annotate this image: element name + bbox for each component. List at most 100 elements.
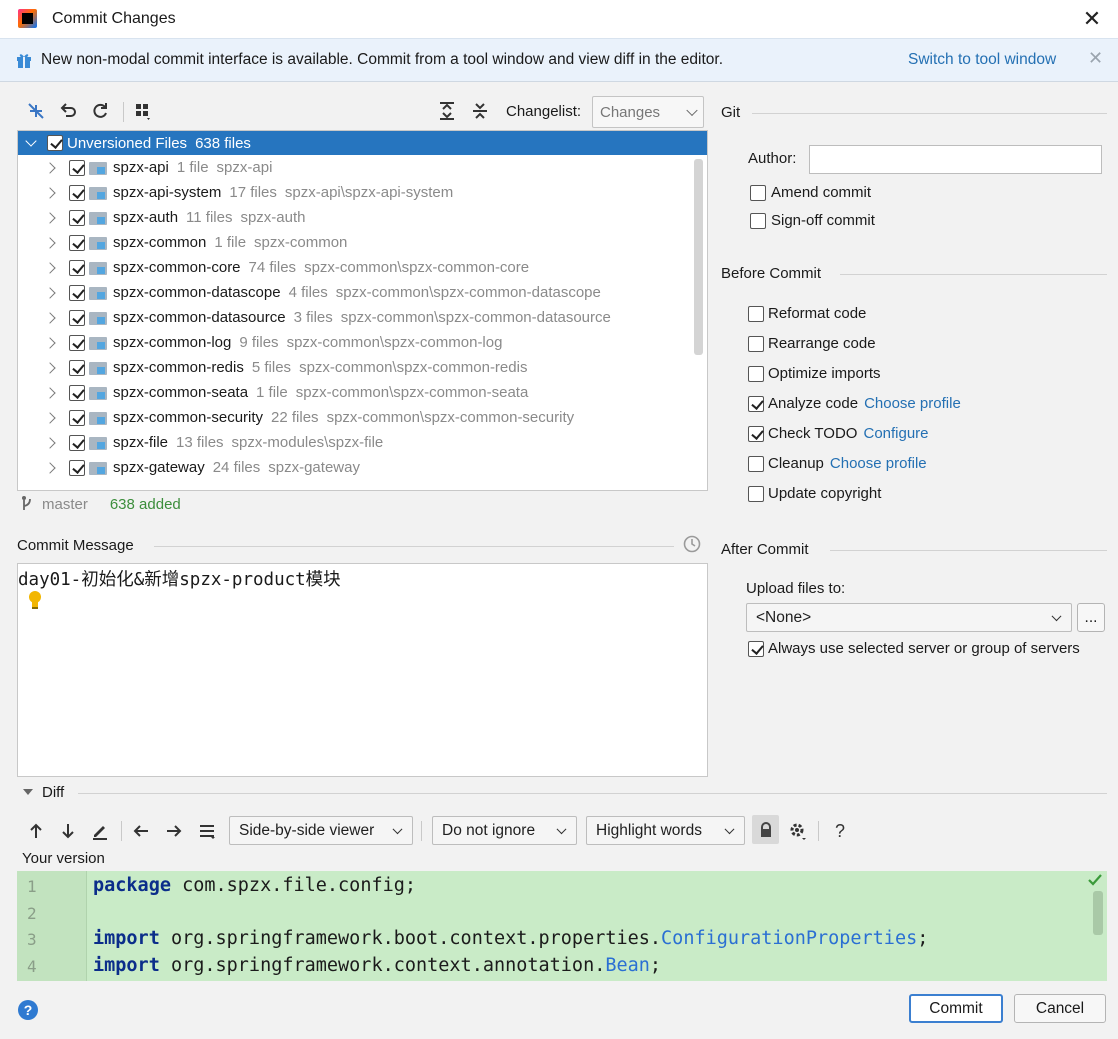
group-by-icon[interactable] bbox=[132, 100, 154, 122]
chevron-right-icon[interactable] bbox=[44, 461, 56, 474]
diff-collapse-toggle[interactable] bbox=[22, 784, 34, 801]
close-icon[interactable]: ✕ bbox=[1080, 7, 1104, 31]
lightbulb-icon[interactable] bbox=[27, 590, 43, 614]
item-checkbox[interactable] bbox=[69, 234, 85, 251]
tree-item[interactable]: spzx-common-core 74 files spzx-common\spzx… bbox=[18, 255, 707, 280]
root-checkbox[interactable] bbox=[47, 135, 63, 151]
lock-icon[interactable] bbox=[752, 815, 779, 844]
item-checkbox[interactable] bbox=[69, 459, 85, 476]
always-use-server-option[interactable]: Always use selected server or group of s… bbox=[748, 640, 1080, 657]
file-list-icon[interactable] bbox=[196, 820, 218, 842]
author-input[interactable] bbox=[809, 145, 1102, 174]
item-checkbox[interactable] bbox=[69, 284, 85, 301]
chevron-right-icon[interactable] bbox=[44, 286, 56, 299]
before-commit-checkbox[interactable] bbox=[748, 485, 764, 502]
chevron-right-icon[interactable] bbox=[44, 236, 56, 249]
chevron-right-icon[interactable] bbox=[44, 311, 56, 324]
tree-item[interactable]: spzx-common-redis 5 files spzx-common\spzx… bbox=[18, 355, 707, 380]
viewer-mode-dropdown[interactable]: Side-by-side viewer bbox=[229, 816, 413, 845]
signoff-commit-checkbox[interactable] bbox=[750, 212, 766, 229]
item-checkbox[interactable] bbox=[69, 184, 85, 201]
previous-difference-icon[interactable] bbox=[25, 820, 47, 842]
tree-item[interactable]: spzx-api-system 17 files spzx-api\spzx-api… bbox=[18, 180, 707, 205]
item-checkbox[interactable] bbox=[69, 209, 85, 226]
tree-item[interactable]: spzx-common-datasource 3 files spzx-common… bbox=[18, 305, 707, 330]
chevron-right-icon[interactable] bbox=[44, 261, 56, 274]
changelist-dropdown[interactable]: Changes bbox=[592, 96, 704, 128]
tree-root-unversioned-files[interactable]: Unversioned Files 638 files bbox=[18, 131, 707, 155]
chevron-right-icon[interactable] bbox=[44, 186, 56, 199]
highlight-mode-dropdown[interactable]: Highlight words bbox=[586, 816, 745, 845]
diff-code-view[interactable]: 1 package com.spzx.file.config; 2 3 import o… bbox=[17, 871, 1107, 981]
before-commit-link[interactable]: Configure bbox=[863, 425, 928, 442]
commit-button[interactable]: Commit bbox=[909, 994, 1003, 1023]
help-button[interactable]: ? bbox=[18, 1000, 38, 1020]
item-checkbox[interactable] bbox=[69, 309, 85, 326]
item-checkbox[interactable] bbox=[69, 434, 85, 451]
cancel-button[interactable]: Cancel bbox=[1014, 994, 1106, 1023]
item-checkbox[interactable] bbox=[69, 359, 85, 376]
before-commit-checkbox[interactable] bbox=[748, 395, 764, 412]
before-commit-option[interactable]: Analyze code Choose profile bbox=[748, 395, 961, 412]
before-commit-checkbox[interactable] bbox=[748, 335, 764, 352]
forward-arrow-icon[interactable] bbox=[163, 820, 185, 842]
settings-gear-icon[interactable] bbox=[787, 820, 809, 842]
item-checkbox[interactable] bbox=[69, 409, 85, 426]
chevron-right-icon[interactable] bbox=[44, 211, 56, 224]
chevron-right-icon[interactable] bbox=[44, 161, 56, 174]
item-checkbox[interactable] bbox=[69, 334, 85, 351]
before-commit-option[interactable]: Check TODO Configure bbox=[748, 425, 929, 442]
collapse-all-icon[interactable] bbox=[469, 100, 491, 122]
switch-to-tool-window-link[interactable]: Switch to tool window bbox=[908, 51, 1056, 69]
upload-server-dropdown[interactable]: <None> bbox=[746, 603, 1072, 632]
edit-source-icon[interactable] bbox=[89, 820, 111, 842]
tree-item[interactable]: spzx-common 1 file spzx-common bbox=[18, 230, 707, 255]
before-commit-option[interactable]: Optimize imports bbox=[748, 365, 881, 382]
commit-message-input[interactable] bbox=[17, 563, 708, 777]
chevron-right-icon[interactable] bbox=[44, 411, 56, 424]
changes-tree[interactable]: Unversioned Files 638 files spzx-api 1 fi… bbox=[17, 130, 708, 491]
tree-item[interactable]: spzx-common-security 22 files spzx-common\… bbox=[18, 405, 707, 430]
tree-item[interactable]: spzx-gateway 24 files spzx-gateway bbox=[18, 455, 707, 480]
before-commit-option[interactable]: Rearrange code bbox=[748, 335, 876, 352]
tree-item[interactable]: spzx-common-seata 1 file spzx-common\spzx-… bbox=[18, 380, 707, 405]
next-difference-icon[interactable] bbox=[57, 820, 79, 842]
chevron-right-icon[interactable] bbox=[44, 386, 56, 399]
item-checkbox[interactable] bbox=[69, 259, 85, 276]
banner-close-icon[interactable]: ✕ bbox=[1088, 48, 1103, 69]
expand-all-icon[interactable] bbox=[436, 100, 458, 122]
before-commit-link[interactable]: Choose profile bbox=[864, 395, 961, 412]
back-arrow-icon[interactable] bbox=[130, 820, 152, 842]
code-scrollbar[interactable] bbox=[1093, 891, 1103, 935]
always-use-server-checkbox[interactable] bbox=[748, 640, 764, 657]
amend-commit-checkbox[interactable] bbox=[750, 184, 766, 201]
rollback-icon[interactable] bbox=[57, 100, 79, 122]
tree-item[interactable]: spzx-auth 11 files spzx-auth bbox=[18, 205, 707, 230]
amend-commit-option[interactable]: Amend commit bbox=[750, 184, 871, 201]
chevron-right-icon[interactable] bbox=[44, 436, 56, 449]
tree-item[interactable]: spzx-common-log 9 files spzx-common\spzx-c… bbox=[18, 330, 707, 355]
diff-help-icon[interactable]: ? bbox=[829, 820, 851, 842]
tree-item[interactable]: spzx-common-datascope 4 files spzx-common\… bbox=[18, 280, 707, 305]
commit-message-text[interactable]: day01-初始化&新增spzx-product模块 bbox=[18, 566, 341, 591]
item-checkbox[interactable] bbox=[69, 384, 85, 401]
before-commit-option[interactable]: Update copyright bbox=[748, 485, 881, 502]
configure-servers-button[interactable]: ... bbox=[1077, 603, 1105, 632]
tree-item[interactable]: spzx-api 1 file spzx-api bbox=[18, 155, 707, 180]
before-commit-link[interactable]: Choose profile bbox=[830, 455, 927, 472]
before-commit-checkbox[interactable] bbox=[748, 425, 764, 442]
chevron-right-icon[interactable] bbox=[44, 336, 56, 349]
history-icon[interactable] bbox=[683, 535, 701, 557]
before-commit-option[interactable]: Reformat code bbox=[748, 305, 866, 322]
chevron-right-icon[interactable] bbox=[44, 361, 56, 374]
refresh-icon[interactable] bbox=[89, 100, 111, 122]
before-commit-option[interactable]: Cleanup Choose profile bbox=[748, 455, 927, 472]
before-commit-checkbox[interactable] bbox=[748, 455, 764, 472]
chevron-down-icon[interactable] bbox=[25, 135, 37, 147]
tree-item[interactable]: spzx-file 13 files spzx-modules\spzx-file bbox=[18, 430, 707, 455]
item-checkbox[interactable] bbox=[69, 159, 85, 176]
before-commit-checkbox[interactable] bbox=[748, 305, 764, 322]
before-commit-checkbox[interactable] bbox=[748, 365, 764, 382]
signoff-commit-option[interactable]: Sign-off commit bbox=[750, 212, 875, 229]
ignore-whitespace-dropdown[interactable]: Do not ignore bbox=[432, 816, 577, 845]
